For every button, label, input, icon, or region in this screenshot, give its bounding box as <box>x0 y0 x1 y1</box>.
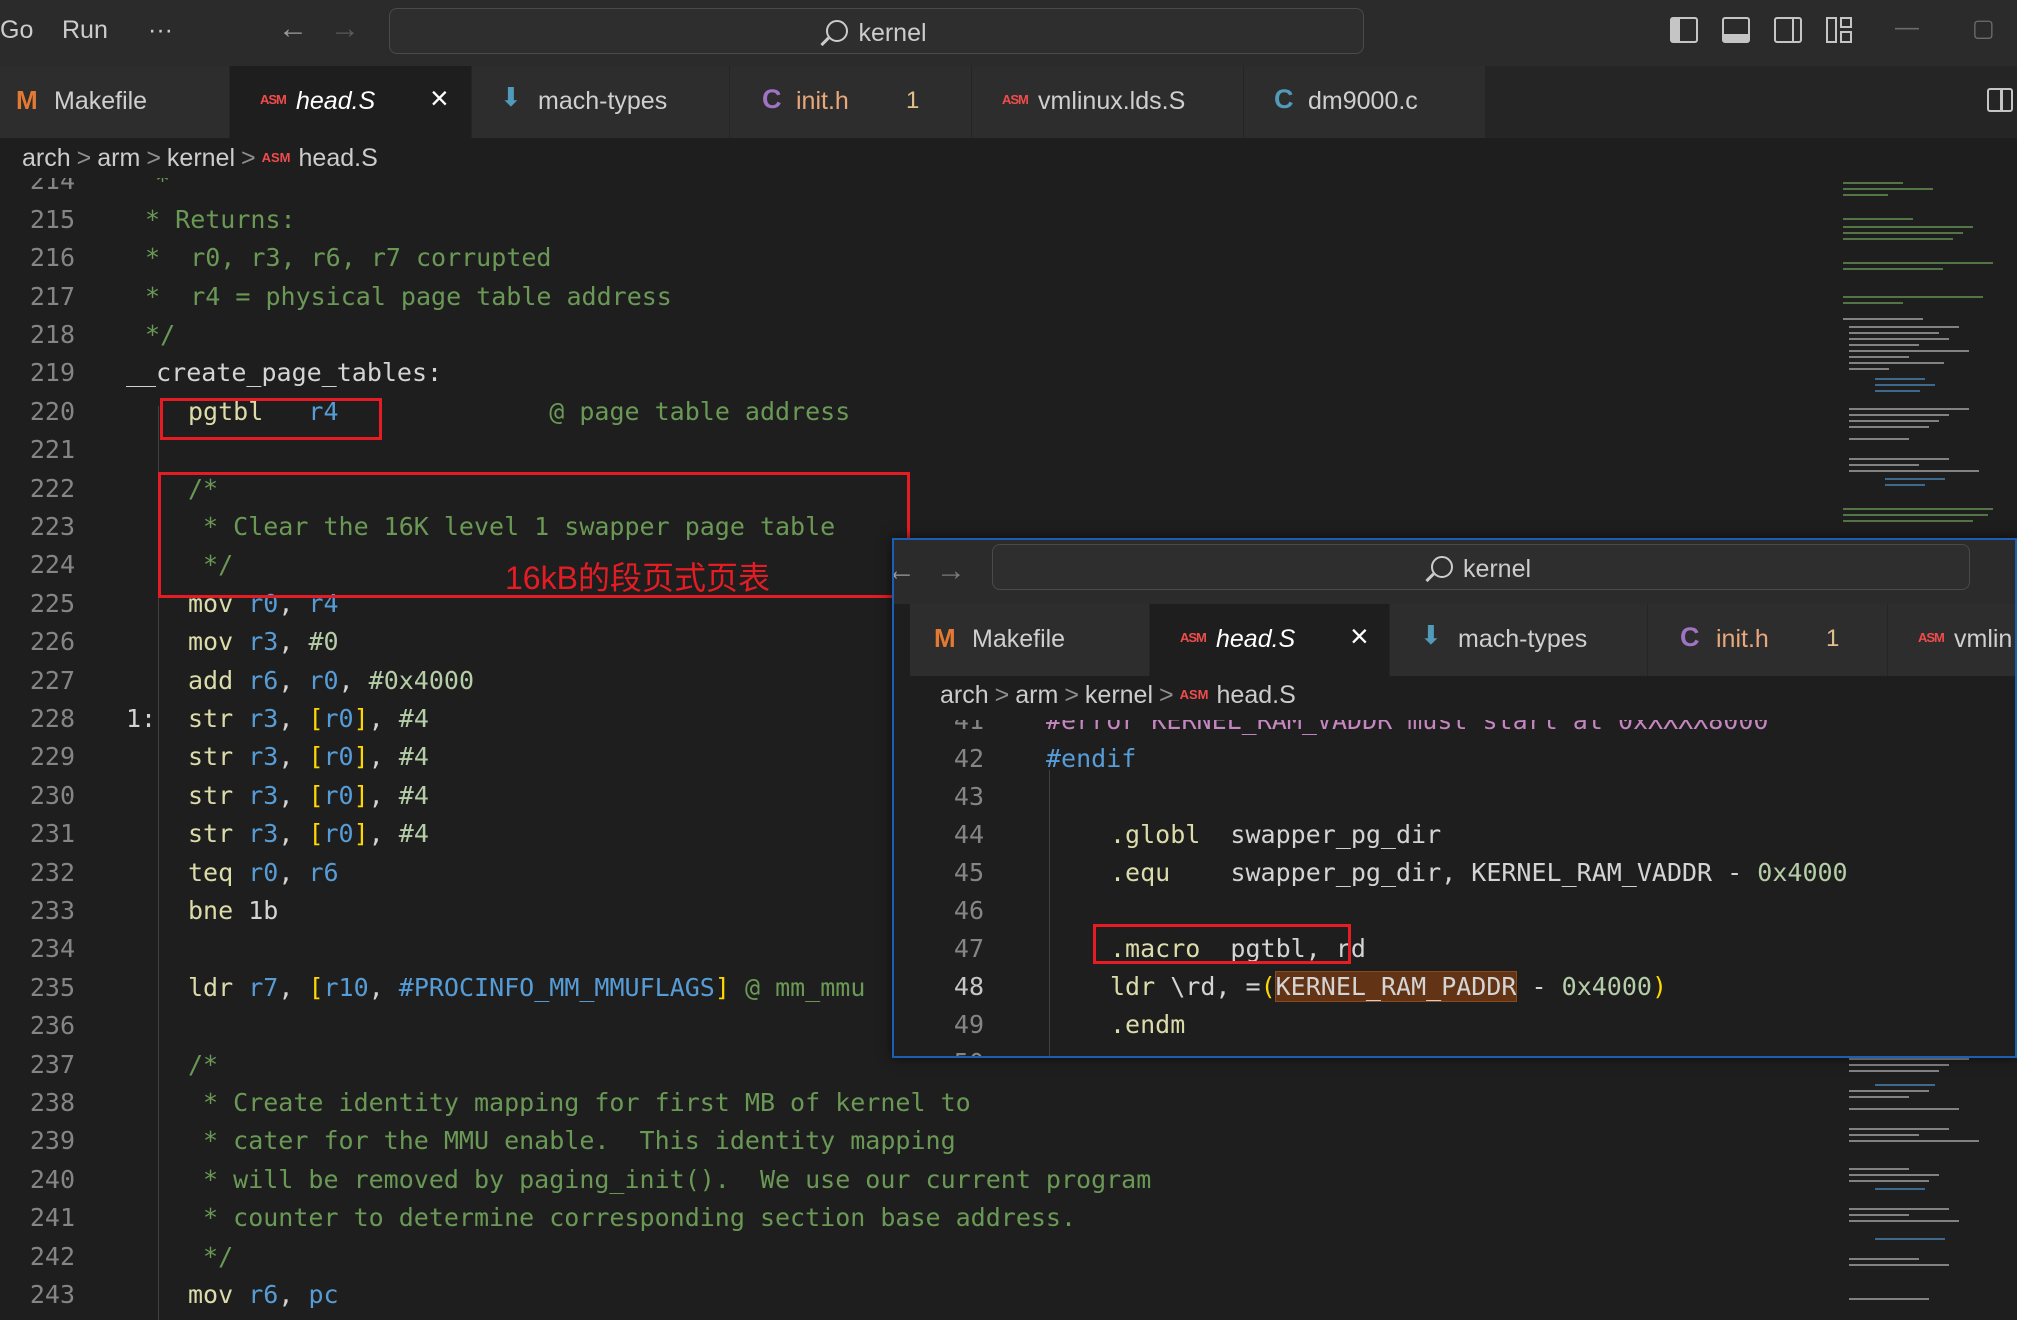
breadcrumb-arm[interactable]: arm <box>97 144 140 172</box>
search-icon <box>826 20 849 42</box>
makefile-icon: M <box>16 85 38 115</box>
tab-init-h[interactable]: C init.h 1 <box>1648 604 1888 676</box>
breadcrumb-arm[interactable]: arm <box>1015 681 1058 709</box>
close-icon[interactable]: × <box>1350 618 1369 655</box>
breadcrumb-kernel[interactable]: kernel <box>1085 681 1153 709</box>
title-bar: Go Run ··· ← → kernel — ▢ <box>0 0 2017 66</box>
asm-icon: ASM <box>1002 92 1029 107</box>
chevron-right-icon: > <box>1064 681 1079 709</box>
tab-vmlinux-lds-s[interactable]: ASM vmlinux.lds.S <box>972 66 1244 138</box>
menu-run[interactable]: Run <box>62 16 108 45</box>
toggle-primary-sidebar-icon[interactable] <box>1670 17 1698 43</box>
tab-mach-types[interactable]: ⬇ mach-types <box>472 66 730 138</box>
tab-label: Makefile <box>54 87 148 115</box>
annotation-box-pgtbl <box>160 398 382 440</box>
overlay-search-text: kernel <box>1462 555 1532 583</box>
tab-makefile[interactable]: M Makefile <box>0 66 230 138</box>
overlay-tab-bar: M Makefile ASM head.S × ⬇ mach-types C i… <box>910 604 2015 676</box>
tab-label: head.S <box>296 87 376 115</box>
customize-layout-icon[interactable] <box>1826 17 1854 43</box>
c-icon: C <box>762 84 782 114</box>
tab-label: vmlin <box>1954 625 2013 653</box>
tab-label: mach-types <box>538 87 668 115</box>
breadcrumb-file[interactable]: head.S <box>299 144 378 172</box>
highlighted-symbol: KERNEL_RAM_PADDR <box>1274 971 1518 1002</box>
minimize-icon[interactable]: — <box>1895 14 1919 42</box>
problem-count-badge: 1 <box>906 87 920 114</box>
split-editor-icon[interactable] <box>1987 88 2013 112</box>
close-icon[interactable]: × <box>430 80 449 117</box>
tab-head-s[interactable]: ASM head.S × <box>230 66 472 138</box>
maximize-icon[interactable]: ▢ <box>1972 14 1995 43</box>
asm-icon: ASM <box>260 92 287 107</box>
search-icon <box>1430 556 1453 578</box>
breadcrumb: arch > arm > kernel > ASM head.S <box>22 144 378 173</box>
breadcrumb-file[interactable]: head.S <box>1217 681 1296 709</box>
c-icon: C <box>1680 622 1700 652</box>
download-icon: ⬇ <box>1420 620 1442 650</box>
chevron-right-icon: > <box>1159 681 1174 709</box>
overlay-code-editor[interactable]: 41 #error KERNEL_RAM_VADDR must start at … <box>894 720 2015 1056</box>
tab-label: vmlinux.lds.S <box>1038 87 1186 115</box>
overlay-editor-window: ← → kernel M Makefile ASM head.S × ⬇ mac… <box>892 538 2017 1058</box>
toggle-panel-icon[interactable] <box>1722 17 1750 43</box>
breadcrumb-kernel[interactable]: kernel <box>167 144 235 172</box>
problem-count-badge: 1 <box>1826 625 1840 652</box>
editor-tab-bar: M Makefile ASM head.S × ⬇ mach-types C i… <box>0 66 2017 138</box>
asm-icon: ASM <box>1180 630 1207 645</box>
back-arrow-icon[interactable]: ← <box>894 554 916 588</box>
chevron-right-icon: > <box>241 144 256 172</box>
tab-label: dm9000.c <box>1308 87 1418 115</box>
forward-arrow-icon[interactable]: → <box>330 12 360 46</box>
menu-more[interactable]: ··· <box>148 16 173 45</box>
tab-dm9000-c[interactable]: C dm9000.c <box>1244 66 1486 138</box>
tab-makefile[interactable]: M Makefile <box>910 604 1150 676</box>
indent-guide <box>1049 770 1050 1056</box>
c-icon: C <box>1274 84 1294 114</box>
menu-go[interactable]: Go <box>0 16 33 45</box>
download-icon: ⬇ <box>500 82 522 112</box>
chevron-right-icon: > <box>994 681 1010 709</box>
tab-label: mach-types <box>1458 625 1588 653</box>
command-center-search[interactable]: kernel <box>389 8 1364 54</box>
breadcrumb-arch[interactable]: arch <box>940 681 989 709</box>
tab-vmlinux[interactable]: ASM vmlin <box>1888 604 2015 676</box>
tab-label: Makefile <box>972 625 1066 653</box>
tab-init-h[interactable]: C init.h 1 <box>730 66 972 138</box>
tab-label: init.h <box>796 87 849 115</box>
asm-icon: ASM <box>261 150 291 165</box>
breadcrumb-arch[interactable]: arch <box>22 144 71 172</box>
tab-mach-types[interactable]: ⬇ mach-types <box>1390 604 1648 676</box>
tab-label: init.h <box>1716 625 1769 653</box>
chevron-right-icon: > <box>76 144 92 172</box>
toggle-secondary-sidebar-icon[interactable] <box>1774 17 1802 43</box>
asm-icon: ASM <box>1918 630 1945 645</box>
overlay-breadcrumb: arch > arm > kernel > ASM head.S <box>940 681 1296 710</box>
tab-label: head.S <box>1216 625 1296 653</box>
tab-head-s[interactable]: ASM head.S × <box>1150 604 1390 676</box>
makefile-icon: M <box>934 623 956 653</box>
overlay-search[interactable]: kernel <box>992 544 1970 590</box>
forward-arrow-icon[interactable]: → <box>936 554 966 588</box>
chevron-right-icon: > <box>146 144 161 172</box>
annotation-label: 16kB的段页式页表 <box>505 560 770 596</box>
overlay-title-bar: ← → kernel <box>894 540 2015 604</box>
search-text: kernel <box>858 19 927 47</box>
asm-icon: ASM <box>1179 687 1209 702</box>
annotation-box-macro <box>1093 924 1351 964</box>
back-arrow-icon[interactable]: ← <box>278 12 308 46</box>
